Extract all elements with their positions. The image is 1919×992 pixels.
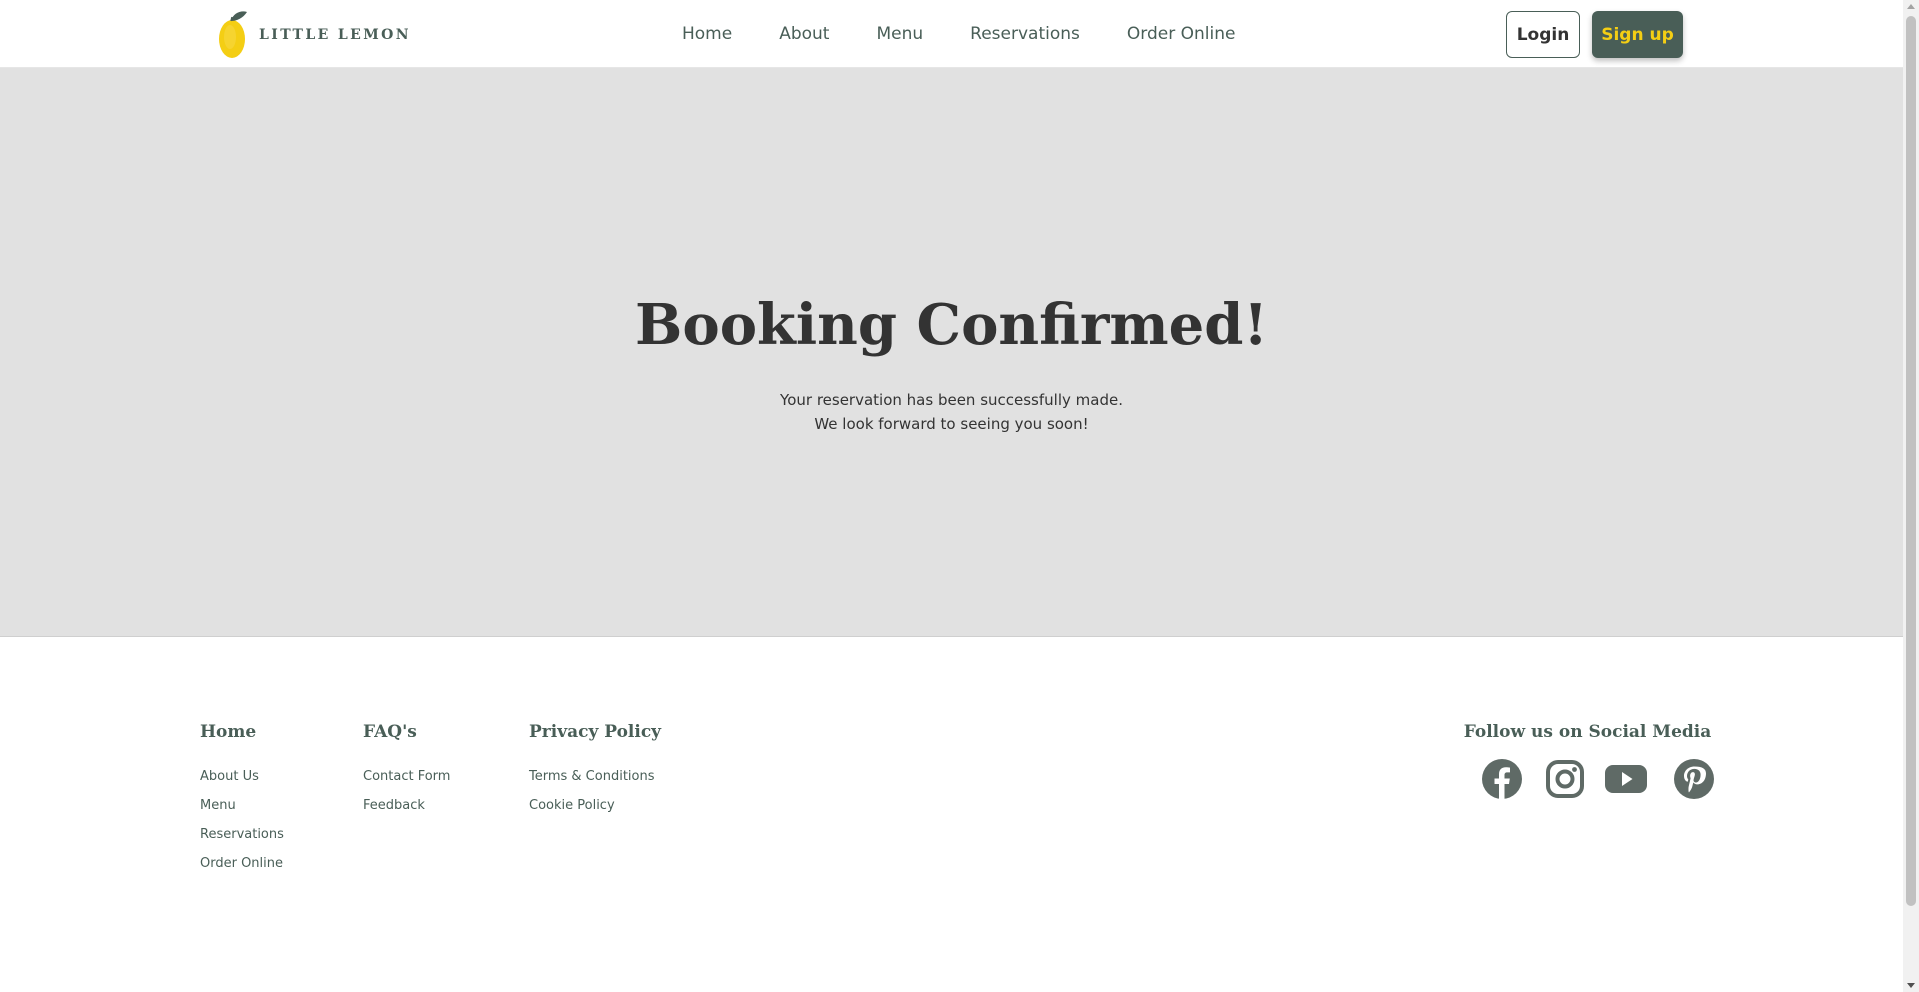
- social-media-section: Follow us on Social Media: [1460, 722, 1715, 799]
- footer-heading-privacy-policy[interactable]: Privacy Policy: [529, 722, 661, 742]
- nav-home[interactable]: Home: [682, 24, 732, 44]
- footer-link-contact-form[interactable]: Contact Form: [363, 769, 450, 798]
- social-heading: Follow us on Social Media: [1463, 722, 1712, 742]
- footer-links: Contact Form Feedback: [363, 769, 450, 827]
- vertical-scrollbar[interactable]: [1903, 0, 1919, 992]
- footer-column-faqs: FAQ's Contact Form Feedback: [363, 722, 450, 827]
- brand-logo[interactable]: LITTLE LEMON: [217, 9, 411, 61]
- nav-reservations[interactable]: Reservations: [970, 24, 1080, 44]
- footer-link-feedback[interactable]: Feedback: [363, 798, 450, 827]
- page-title: Booking Confirmed!: [635, 292, 1268, 358]
- lemon-icon: [219, 11, 247, 58]
- nav-menu[interactable]: Menu: [876, 24, 923, 44]
- pinterest-icon[interactable]: [1673, 758, 1715, 800]
- confirmation-section: Booking Confirmed! Your reservation has …: [0, 68, 1903, 637]
- brand-name: LITTLE LEMON: [259, 27, 411, 43]
- nav-about[interactable]: About: [779, 24, 829, 44]
- signup-button[interactable]: Sign up: [1592, 11, 1683, 58]
- footer-link-reservations[interactable]: Reservations: [200, 827, 284, 856]
- site-header: LITTLE LEMON Home About Menu Reservation…: [0, 0, 1903, 68]
- confirmation-message: Your reservation has been successfully m…: [780, 391, 1123, 409]
- footer-link-terms[interactable]: Terms & Conditions: [529, 769, 661, 798]
- scrollbar-thumb[interactable]: [1906, 16, 1916, 906]
- footer-link-cookie-policy[interactable]: Cookie Policy: [529, 798, 661, 827]
- youtube-icon[interactable]: [1605, 758, 1647, 800]
- main-nav: Home About Menu Reservations Order Onlin…: [682, 0, 1235, 68]
- login-button[interactable]: Login: [1506, 11, 1580, 58]
- footer-heading-faqs[interactable]: FAQ's: [363, 722, 450, 742]
- footer-heading-home[interactable]: Home: [200, 722, 284, 742]
- scroll-down-arrow-icon[interactable]: [1907, 983, 1915, 988]
- site-footer: Home About Us Menu Reservations Order On…: [0, 637, 1903, 992]
- nav-order-online[interactable]: Order Online: [1127, 24, 1236, 44]
- facebook-icon[interactable]: [1481, 758, 1523, 800]
- footer-link-about-us[interactable]: About Us: [200, 769, 284, 798]
- footer-links: Terms & Conditions Cookie Policy: [529, 769, 661, 827]
- scroll-up-arrow-icon[interactable]: [1907, 4, 1915, 9]
- page: LITTLE LEMON Home About Menu Reservation…: [0, 0, 1903, 992]
- footer-link-order-online[interactable]: Order Online: [200, 856, 284, 885]
- social-icons: [1470, 758, 1715, 802]
- footer-links: About Us Menu Reservations Order Online: [200, 769, 284, 885]
- instagram-icon[interactable]: [1544, 758, 1586, 800]
- footer-column-privacy: Privacy Policy Terms & Conditions Cookie…: [529, 722, 661, 827]
- confirmation-followup: We look forward to seeing you soon!: [814, 415, 1089, 433]
- footer-column-home: Home About Us Menu Reservations Order On…: [200, 722, 284, 885]
- footer-link-menu[interactable]: Menu: [200, 798, 284, 827]
